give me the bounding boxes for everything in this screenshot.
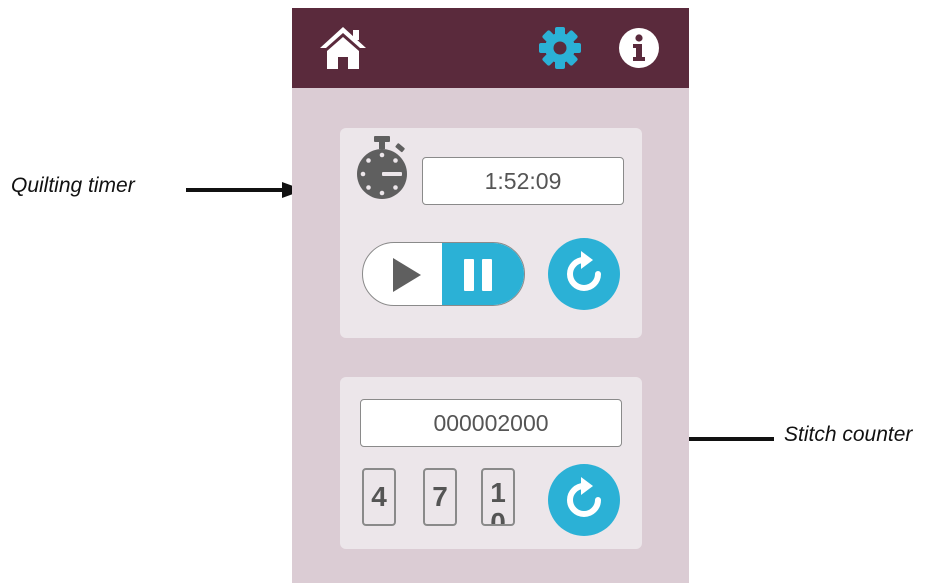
digit-wheel-3-stack: 1 0 (490, 477, 506, 526)
reset-icon (567, 251, 601, 291)
digit-wheel-1[interactable]: 4 (362, 468, 396, 526)
home-button[interactable] (318, 24, 368, 72)
settings-button[interactable] (538, 26, 582, 70)
digit-wheel-3-next: 0 (490, 507, 506, 526)
info-icon (619, 28, 659, 68)
quilting-timer-panel: 1:52:09 (340, 128, 642, 338)
top-bar (292, 8, 689, 88)
home-icon (320, 27, 366, 69)
digit-wheel-2[interactable]: 7 (423, 468, 457, 526)
digit-wheel-3-current: 1 (490, 477, 506, 508)
timer-display: 1:52:09 (422, 157, 624, 205)
stitch-counter-annotation: Stitch counter (784, 423, 913, 446)
play-pause-toggle (362, 242, 525, 306)
reset-icon (567, 477, 601, 517)
device-screen: 1:52:09 000002000 4 7 1 0 (292, 8, 689, 583)
stitch-count-display: 000002000 (360, 399, 622, 447)
play-button[interactable] (363, 243, 444, 305)
timer-annotation-arrow (186, 182, 304, 198)
gear-icon (539, 27, 581, 69)
counter-reset-button[interactable] (548, 464, 620, 536)
digit-wheel-3[interactable]: 1 0 (481, 468, 515, 526)
info-button[interactable] (617, 26, 661, 70)
pause-icon (464, 259, 492, 291)
quilting-timer-annotation: Quilting timer (11, 174, 135, 197)
timer-reset-button[interactable] (548, 238, 620, 310)
pause-button[interactable] (442, 243, 524, 305)
stopwatch-icon (357, 136, 407, 199)
stitch-counter-panel: 000002000 4 7 1 0 (340, 377, 642, 549)
play-icon (393, 258, 421, 292)
